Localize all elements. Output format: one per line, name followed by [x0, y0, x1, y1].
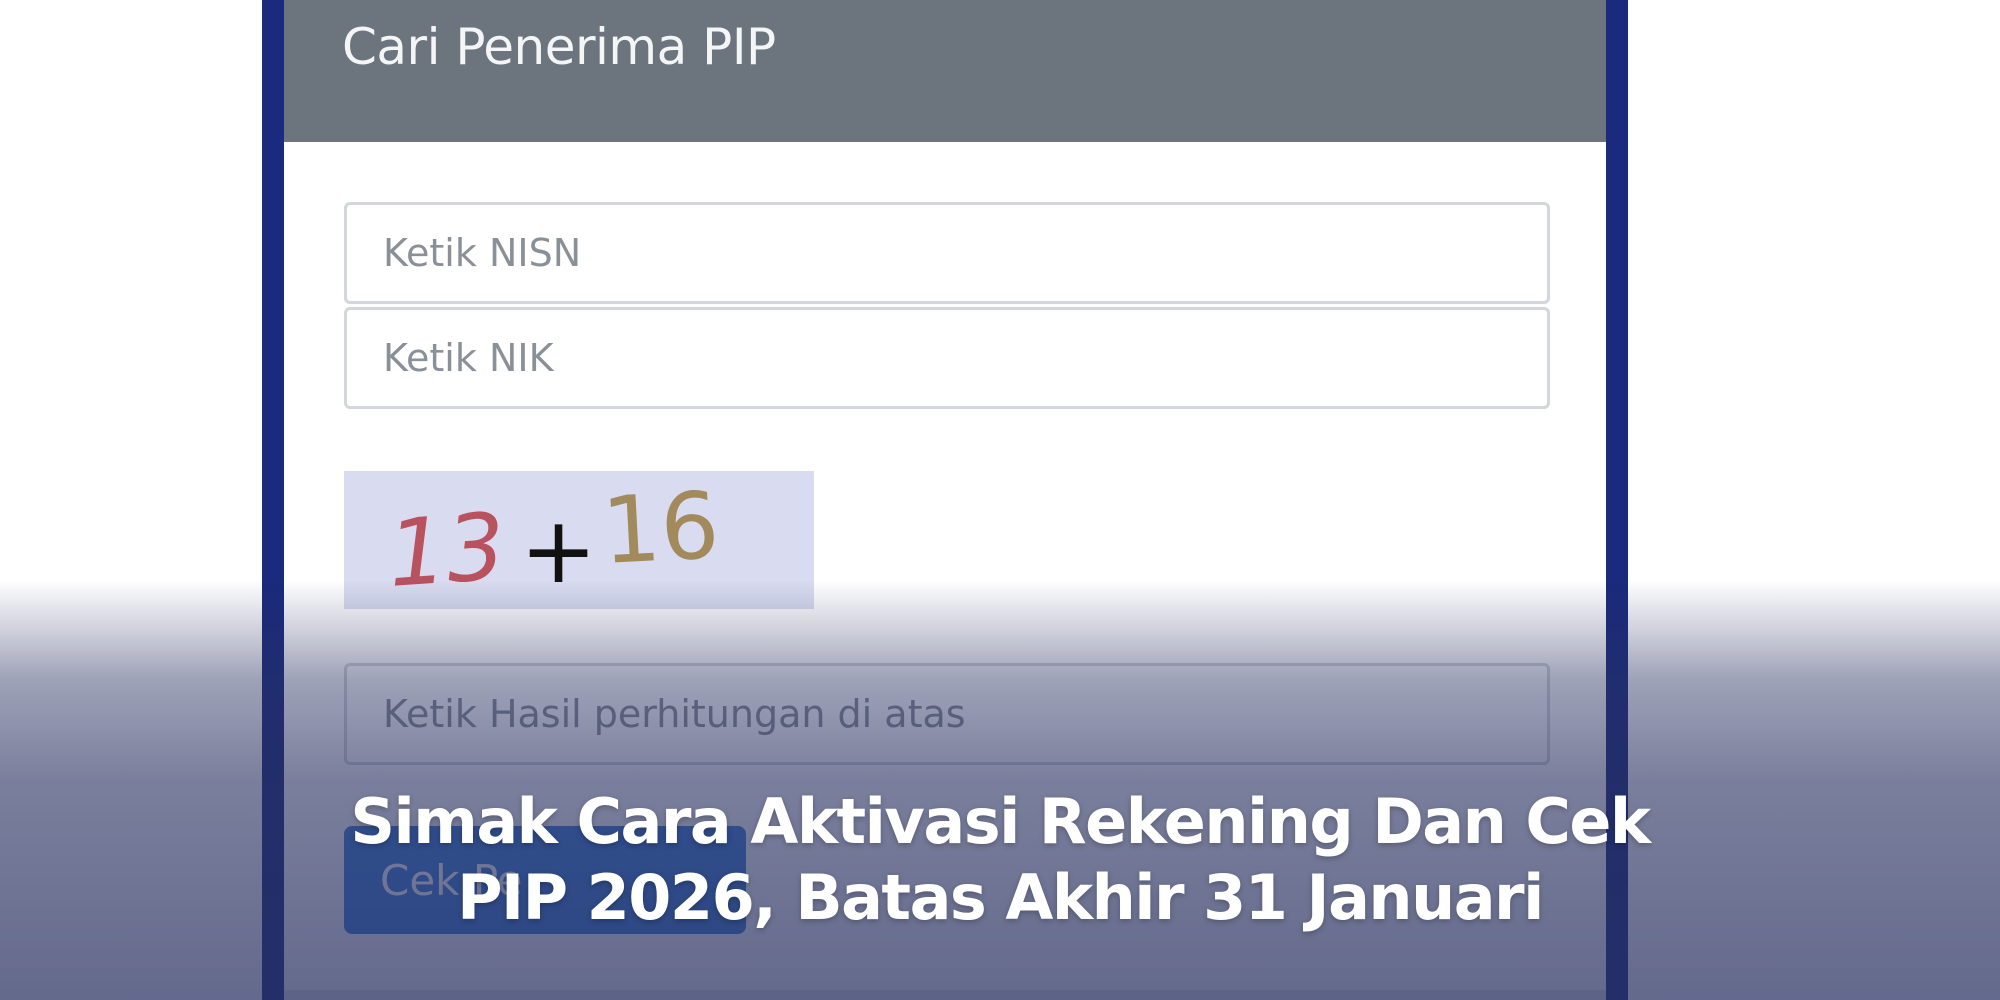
- nisn-input[interactable]: [344, 202, 1550, 304]
- captcha-image: 13 + 16: [344, 471, 814, 609]
- card-header: Cari Penerima PIP: [284, 0, 1606, 142]
- headline-line-1: Simak Cara Aktivasi Rekening Dan Cek: [350, 785, 1651, 858]
- captcha-first-number: 13: [384, 493, 509, 608]
- article-headline: Simak Cara Aktivasi Rekening Dan Cek PIP…: [350, 784, 1651, 936]
- card-title: Cari Penerima PIP: [342, 18, 776, 76]
- captcha-operator: +: [520, 497, 598, 604]
- nik-input[interactable]: [344, 307, 1550, 409]
- captcha-second-number: 16: [599, 472, 722, 585]
- headline-line-2: PIP 2026, Batas Akhir 31 Januari: [457, 861, 1544, 934]
- card-footer: [284, 990, 1606, 1000]
- captcha-answer-input[interactable]: [344, 663, 1550, 765]
